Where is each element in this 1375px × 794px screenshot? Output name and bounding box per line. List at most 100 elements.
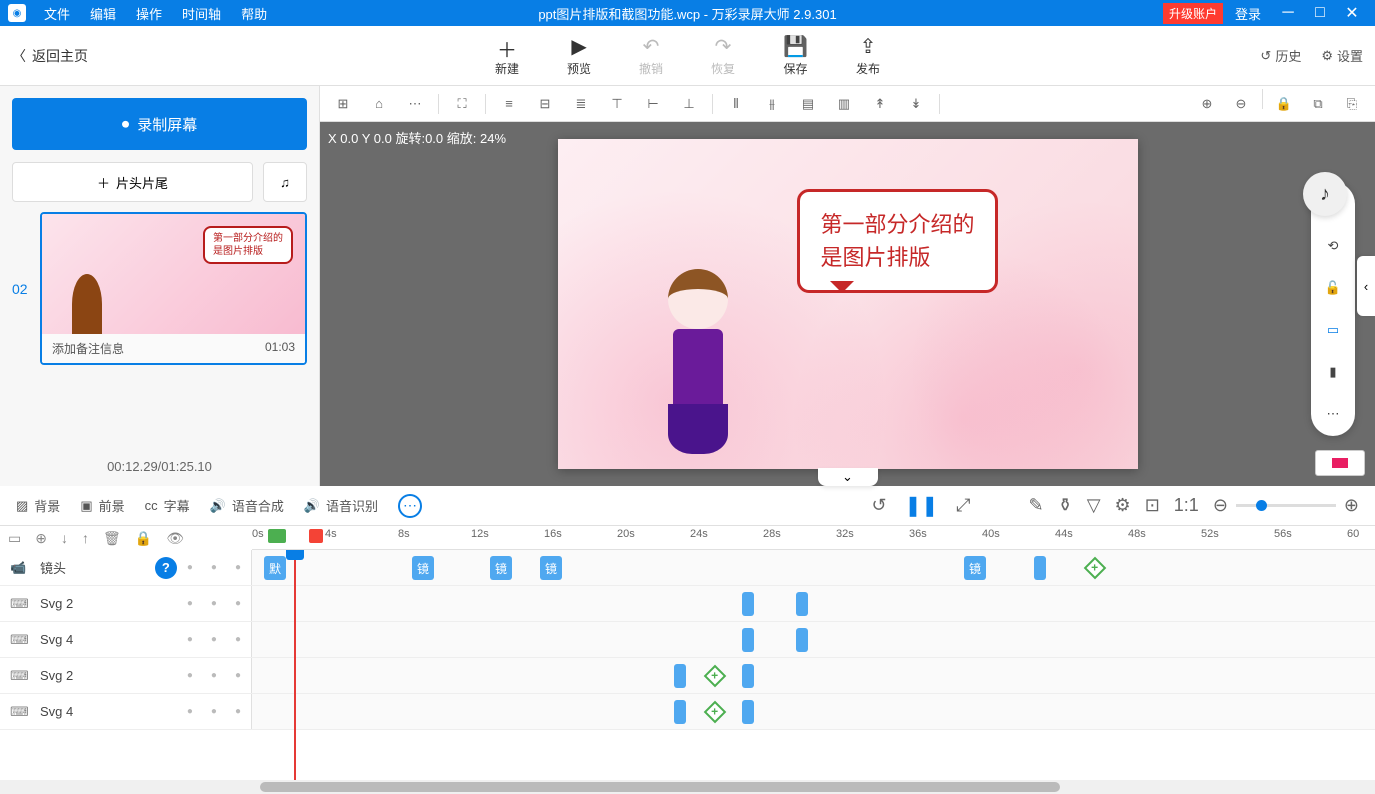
zoom-out-icon[interactable]: ⊖: [1224, 89, 1258, 119]
distribute-v-icon[interactable]: ⫵: [755, 89, 789, 119]
align-center-h-icon[interactable]: ⊟: [528, 89, 562, 119]
playhead[interactable]: [294, 550, 296, 780]
track-body[interactable]: [252, 586, 1375, 621]
timeline-clip[interactable]: 默: [264, 556, 286, 580]
track-keyframe-dots[interactable]: ●●●: [187, 670, 241, 681]
timeline-clip[interactable]: [674, 664, 686, 688]
toolbar-撤销[interactable]: ↶撤销: [615, 34, 687, 77]
home-icon[interactable]: ⌂: [362, 89, 396, 119]
track-keyframe-dots[interactable]: ●●●: [187, 562, 241, 573]
copy-icon[interactable]: ⧉: [1301, 89, 1335, 119]
record-screen-button[interactable]: ⏺ 录制屏幕: [12, 98, 307, 150]
toolbar-新建[interactable]: ＋新建: [471, 34, 543, 77]
track-delete-icon[interactable]: 🗑: [103, 530, 121, 547]
maximize-button[interactable]: □: [1305, 0, 1335, 26]
distribute-h-icon[interactable]: ⫴: [719, 89, 753, 119]
minimize-button[interactable]: ─: [1273, 0, 1303, 26]
timeline-clip[interactable]: [742, 592, 754, 616]
track-keyframe-dots[interactable]: ●●●: [187, 634, 241, 645]
timeline-tab-背景[interactable]: ▨背景: [16, 496, 60, 515]
track-camera-icon[interactable]: ▭: [8, 530, 21, 547]
timeline-clip[interactable]: [742, 628, 754, 652]
ruler-icon[interactable]: ⊞: [326, 89, 360, 119]
music-fab[interactable]: ♪: [1303, 172, 1347, 216]
keyframe-diamond[interactable]: [704, 701, 727, 724]
intro-outro-button[interactable]: ＋ 片头片尾: [12, 162, 253, 202]
align-center-v-icon[interactable]: ⊢: [636, 89, 670, 119]
menu-file[interactable]: 文件: [34, 4, 80, 23]
timeline-clip[interactable]: 镜: [412, 556, 434, 580]
history-button[interactable]: ↺ 历史: [1260, 46, 1301, 65]
pause-icon[interactable]: ❚❚: [905, 493, 939, 518]
timeline-tab-语音识别[interactable]: 🔊语音识别: [304, 496, 378, 515]
timeline-clip[interactable]: [674, 700, 686, 724]
menu-timeline[interactable]: 时间轴: [172, 4, 231, 23]
toolbar-预览[interactable]: ▶预览: [543, 34, 615, 77]
focus-icon[interactable]: ⛶: [445, 89, 479, 119]
track-keyframe-dots[interactable]: ●●●: [187, 598, 241, 609]
align-left-icon[interactable]: ≡: [492, 89, 526, 119]
lock-icon[interactable]: 🔒: [1267, 89, 1301, 119]
keyframe-diamond[interactable]: [704, 665, 727, 688]
track-body[interactable]: [252, 622, 1375, 657]
layer-forward-icon[interactable]: ↟: [863, 89, 897, 119]
marker-start[interactable]: [268, 529, 286, 543]
upgrade-button[interactable]: 升级账户: [1163, 3, 1223, 24]
timeline-clip[interactable]: 镜: [540, 556, 562, 580]
settings-button[interactable]: ⚙ 设置: [1321, 46, 1363, 65]
track-add-icon[interactable]: ⊕: [35, 530, 47, 547]
timeline-tab-字幕[interactable]: cc字幕: [145, 496, 190, 515]
track-help-icon[interactable]: ?: [155, 557, 177, 579]
scene-thumbnail[interactable]: 02 第一部分介绍的 是图片排版 添加备注信息 01:03: [12, 212, 307, 365]
timeline-clip[interactable]: [1034, 556, 1046, 580]
align-top-icon[interactable]: ⊤: [600, 89, 634, 119]
back-home-button[interactable]: 〈 返回主页: [12, 46, 88, 66]
timeline-ruler[interactable]: ▭ ⊕ ↓ ↑ 🗑 🔒 👁 0s4s8s12s16s20s24s28s32s36…: [0, 526, 1375, 550]
timeline-clip[interactable]: [796, 628, 808, 652]
zoom-in-icon[interactable]: ⊕: [1190, 89, 1224, 119]
track-keyframe-dots[interactable]: ●●●: [187, 706, 241, 717]
fit-icon[interactable]: ⊡: [1145, 495, 1160, 516]
corner-widget[interactable]: [1315, 450, 1365, 476]
mobile-icon[interactable]: ▮: [1321, 360, 1345, 384]
menu-action[interactable]: 操作: [126, 4, 172, 23]
timeline-tab-前景[interactable]: ▣前景: [80, 496, 124, 515]
track-up-icon[interactable]: ↑: [82, 530, 89, 546]
login-button[interactable]: 登录: [1225, 4, 1271, 23]
menu-help[interactable]: 帮助: [231, 4, 277, 23]
track-visible-icon[interactable]: 👁: [166, 530, 184, 547]
keyframe-diamond[interactable]: [1084, 557, 1107, 580]
zoom-out-timeline-icon[interactable]: ⊖: [1213, 495, 1228, 516]
monitor-icon[interactable]: ▭: [1321, 318, 1345, 342]
rotate-icon[interactable]: ⟲: [1321, 234, 1345, 258]
track-down-icon[interactable]: ↓: [61, 530, 68, 546]
close-button[interactable]: ✕: [1337, 0, 1367, 26]
timeline-clip[interactable]: 镜: [964, 556, 986, 580]
settings2-icon[interactable]: ⚙: [1115, 495, 1131, 516]
toolbar-发布[interactable]: ⇪发布: [832, 34, 904, 77]
rewind-icon[interactable]: ↺: [872, 495, 887, 516]
zoom-in-timeline-icon[interactable]: ⊕: [1344, 495, 1359, 516]
marker-end[interactable]: [309, 529, 323, 543]
zoom-slider[interactable]: [1236, 504, 1336, 507]
ratio-icon[interactable]: 1:1: [1174, 495, 1199, 516]
align-right-icon[interactable]: ≣: [564, 89, 598, 119]
funnel-icon[interactable]: ▽: [1087, 495, 1101, 516]
expand-icon[interactable]: ⤢: [956, 495, 970, 516]
toolbar-保存[interactable]: 💾保存: [759, 34, 832, 77]
layer-front-icon[interactable]: ▤: [791, 89, 825, 119]
timeline-more-button[interactable]: ⋯: [398, 494, 422, 518]
audio-button[interactable]: ♫: [263, 162, 307, 202]
menu-edit[interactable]: 编辑: [80, 4, 126, 23]
filter-icon[interactable]: ⚱: [1058, 495, 1073, 516]
toolbar-恢复[interactable]: ↷恢复: [687, 34, 759, 77]
timeline-tab-语音合成[interactable]: 🔊语音合成: [210, 496, 284, 515]
timeline-clip[interactable]: [742, 664, 754, 688]
track-lock-icon[interactable]: 🔒: [135, 530, 152, 547]
timeline-clip[interactable]: [742, 700, 754, 724]
horizontal-scrollbar[interactable]: [0, 780, 1375, 794]
stage[interactable]: 第一部分介绍的 是图片排版: [558, 139, 1138, 469]
align-bottom-icon[interactable]: ⊥: [672, 89, 706, 119]
timeline-clip[interactable]: 镜: [490, 556, 512, 580]
more-dots-icon[interactable]: ⋯: [1321, 402, 1345, 426]
